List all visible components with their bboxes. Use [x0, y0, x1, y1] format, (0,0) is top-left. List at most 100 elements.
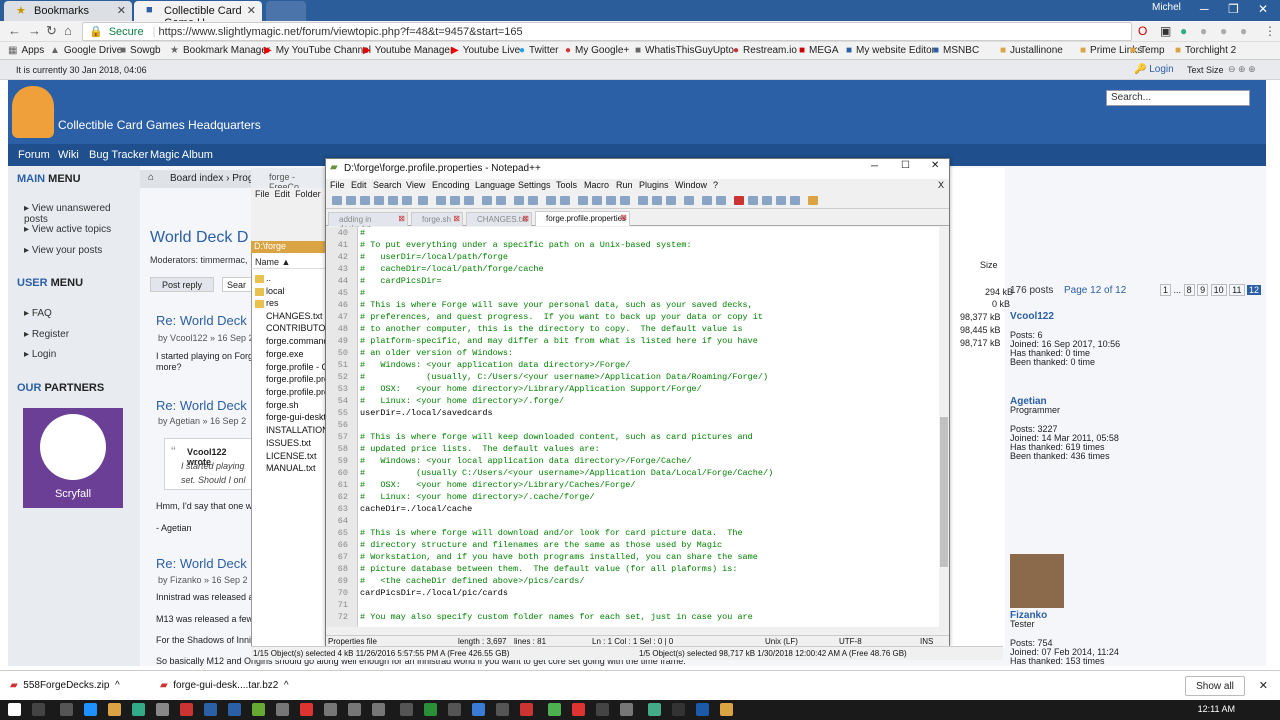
zoom-out-icon[interactable]: [560, 196, 570, 205]
bookmark-item[interactable]: ■ Sowgb: [120, 45, 161, 56]
menu-help[interactable]: ?: [713, 180, 718, 190]
task-view-icon[interactable]: [60, 703, 73, 716]
app-icon[interactable]: [400, 703, 413, 716]
tab-forge-sh[interactable]: forge.sh ⊠: [411, 212, 463, 226]
bookmark-item[interactable]: ★ Bookmark Manager: [170, 45, 270, 56]
stop-macro-icon[interactable]: [748, 196, 758, 205]
app-icon[interactable]: [132, 703, 145, 716]
explorer-column-header[interactable]: Name ▲: [251, 256, 326, 269]
scroll-thumb[interactable]: [940, 417, 948, 567]
all-chars-icon[interactable]: [606, 196, 616, 205]
login-link[interactable]: 🔑 Login: [1134, 64, 1174, 75]
file-item[interactable]: ..: [266, 273, 271, 283]
open-file-icon[interactable]: [346, 196, 356, 205]
record-macro-icon[interactable]: [734, 196, 744, 205]
minimize-icon[interactable]: ─: [1200, 2, 1209, 16]
save-icon[interactable]: [360, 196, 370, 205]
menu-edit[interactable]: Edit: [351, 180, 367, 190]
folder-workspace-icon[interactable]: [684, 196, 694, 205]
cut-icon[interactable]: [436, 196, 446, 205]
nav-wiki[interactable]: Wiki: [58, 149, 79, 161]
vertical-scrollbar[interactable]: [939, 227, 949, 627]
menu-plugins[interactable]: Plugins: [639, 180, 669, 190]
file-item[interactable]: forge.profile.pro: [266, 387, 329, 397]
menu-register[interactable]: ▸ Register: [24, 329, 69, 340]
save-macro-icon[interactable]: [790, 196, 800, 205]
file-item[interactable]: ISSUES.txt: [266, 438, 311, 448]
back-icon[interactable]: ←: [8, 23, 21, 38]
play-multiple-icon[interactable]: [776, 196, 786, 205]
file-item[interactable]: MANUAL.txt: [266, 463, 316, 473]
topic-title[interactable]: World Deck D: [150, 229, 248, 247]
download-item[interactable]: ▰ 558ForgeDecks.zip ^: [10, 680, 120, 691]
close-icon[interactable]: ✕: [1259, 679, 1268, 692]
extension-icon-4[interactable]: ●: [1220, 24, 1227, 38]
bookmark-item[interactable]: ▶ Youtube Live: [451, 45, 520, 56]
bookmark-item[interactable]: ▲ Google Drive: [50, 45, 122, 56]
tab-bookmarks[interactable]: ★ Bookmarks ✕: [4, 1, 132, 21]
menu-view[interactable]: View: [406, 180, 425, 190]
close-icon[interactable]: ⊠: [453, 214, 460, 223]
close-icon[interactable]: ✕: [247, 4, 256, 17]
search-icon[interactable]: [32, 703, 45, 716]
scryfall-banner[interactable]: Scryfall: [23, 408, 123, 508]
sync-icon[interactable]: [578, 196, 588, 205]
app-icon[interactable]: [672, 703, 685, 716]
play-macro-icon[interactable]: [762, 196, 772, 205]
nav-magic-album[interactable]: Magic Album: [150, 149, 213, 161]
horizontal-scrollbar[interactable]: [326, 627, 939, 635]
udl-icon[interactable]: [638, 196, 648, 205]
app-icon[interactable]: [496, 703, 509, 716]
menu-login[interactable]: ▸ Login: [24, 349, 56, 360]
edge-icon[interactable]: [84, 703, 97, 716]
app-icon[interactable]: [448, 703, 461, 716]
forum-search-input[interactable]: Search...: [1106, 90, 1250, 106]
code-editor[interactable]: 40 41 42 43 44 45 46 47 48 49 50 51 52 53 54 55 56 57 58 59…: [326, 227, 939, 627]
menu-window[interactable]: Window: [675, 180, 707, 190]
file-item[interactable]: forge.profile - C: [266, 362, 328, 372]
new-file-icon[interactable]: [332, 196, 342, 205]
post-title[interactable]: Re: World Deck: [156, 313, 247, 328]
app-icon[interactable]: [648, 703, 661, 716]
doc-map-icon[interactable]: [652, 196, 662, 205]
extension-icon-5[interactable]: ●: [1240, 24, 1247, 38]
bookmark-item[interactable]: ● Restream.io: [733, 45, 797, 56]
menu-unanswered[interactable]: ▸ View unanswered posts: [24, 203, 136, 225]
menu-run[interactable]: Run: [616, 180, 633, 190]
app-icon[interactable]: [252, 703, 265, 716]
menu-macro[interactable]: Macro: [584, 180, 609, 190]
zoom-in-icon[interactable]: [546, 196, 556, 205]
close-icon[interactable]: ⊠: [398, 214, 405, 223]
extension-icon-2[interactable]: ●: [1180, 24, 1187, 38]
menu-search[interactable]: Search: [373, 180, 402, 190]
menu-file[interactable]: File: [330, 180, 345, 190]
text-size-buttons[interactable]: ⊖ ⊕ ⊕: [1228, 64, 1256, 75]
find-icon[interactable]: [514, 196, 524, 205]
url-bar[interactable]: 🔒 Secure | https://www.slightlymagic.net/…: [82, 22, 1132, 41]
bookmark-item[interactable]: ■ Torchlight 2: [1175, 45, 1236, 56]
close-icon[interactable]: ✕: [117, 4, 126, 17]
username[interactable]: Vcool122: [1010, 311, 1054, 322]
extension-icon-3[interactable]: ●: [1200, 24, 1207, 38]
bookmark-item[interactable]: ■ MSNBC: [933, 45, 979, 56]
app-icon[interactable]: [300, 703, 313, 716]
post-title[interactable]: Re: World Deck D: [156, 556, 260, 571]
file-item[interactable]: LICENSE.txt: [266, 451, 317, 461]
forward-icon[interactable]: →: [28, 23, 41, 38]
close-doc-icon[interactable]: X: [938, 180, 944, 190]
close-window-icon[interactable]: ✕: [1258, 2, 1268, 16]
opera-icon[interactable]: O: [1138, 24, 1147, 38]
redo-icon[interactable]: [496, 196, 506, 205]
bookmark-item[interactable]: ▦ Apps: [8, 45, 44, 56]
home-icon[interactable]: ⌂: [64, 23, 72, 38]
menu-your-posts[interactable]: ▸ View your posts: [24, 245, 102, 256]
file-item[interactable]: forge.sh: [266, 400, 299, 410]
file-item[interactable]: local: [266, 286, 285, 296]
bookmark-item[interactable]: ● Twitter: [519, 45, 559, 56]
app-icon[interactable]: [324, 703, 337, 716]
breadcrumb[interactable]: ⌂ Board index › Prog: [140, 170, 260, 188]
app-icon[interactable]: [472, 703, 485, 716]
app-icon[interactable]: [572, 703, 585, 716]
app-icon[interactable]: [276, 703, 289, 716]
chrome-icon[interactable]: [548, 703, 561, 716]
